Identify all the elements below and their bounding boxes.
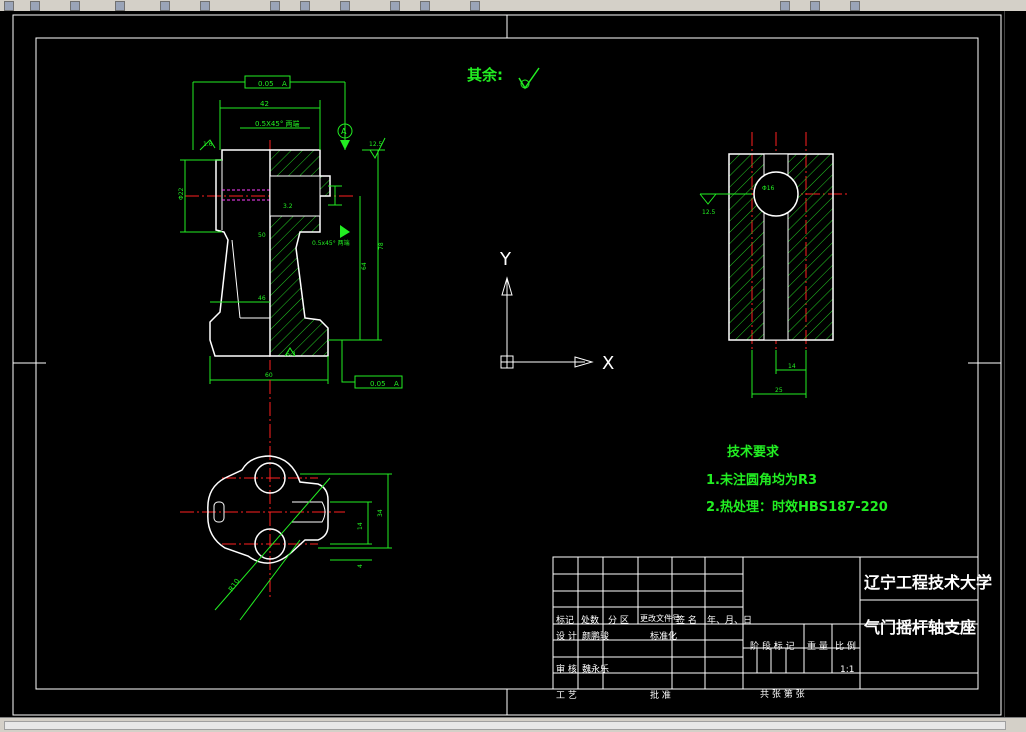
front-roughness-mid: 3.2	[283, 203, 293, 210]
plan-dim-34: 34	[377, 509, 384, 517]
plan-radius-note: R10	[227, 577, 241, 593]
toolbar-button[interactable]	[70, 1, 80, 11]
front-chamfer-note2: 0.5x45° 两端	[312, 239, 350, 247]
rev-header: 处数	[581, 616, 600, 626]
vertical-scroll-area[interactable]	[1004, 11, 1026, 717]
front-roughness-top: 12.5	[369, 141, 383, 148]
front-dim-60: 60	[265, 372, 273, 379]
front-roughness-left: 1.6	[203, 141, 213, 148]
toolbar-button[interactable]	[270, 1, 280, 11]
tech-requirement-item: 2.热处理：时效HBS187-220	[706, 500, 888, 515]
front-view: 0.05 A 42 0.5X45° 两端 A 12.5 1.6 Φ22 3.2 …	[178, 75, 403, 389]
weight-label: 重 量	[807, 642, 828, 652]
approve-label: 批 准	[650, 691, 671, 701]
horizontal-scrollbar[interactable]	[0, 717, 1026, 732]
toolbar-button[interactable]	[470, 1, 480, 11]
side-view: Φ16 12.5 14 25	[699, 132, 850, 398]
plan-view: 34 14 4 R10	[180, 380, 392, 621]
review-label: 审 核	[556, 665, 577, 675]
process-label: 工 艺	[556, 691, 577, 701]
front-dia-left: Φ22	[178, 187, 185, 200]
school-name: 辽宁工程技术大学	[864, 573, 993, 592]
front-dim-64: 64	[361, 262, 368, 270]
scale-value: 1:1	[840, 665, 855, 675]
plan-dim-14: 14	[357, 522, 364, 530]
toolbar-button[interactable]	[200, 1, 210, 11]
standard-label: 标准化	[650, 632, 678, 642]
front-width-dim: 42	[260, 100, 269, 108]
ucs-y-label: Y	[500, 249, 511, 270]
surface-finish-symbol	[515, 64, 543, 96]
front-dim-50-inner: 50	[258, 232, 266, 239]
part-name: 气门摇杆轴支座	[864, 618, 977, 637]
toolbar-button[interactable]	[390, 1, 400, 11]
stage-label: 阶 段 标 记	[750, 642, 795, 652]
tolerance-top-value: 0.05	[258, 80, 274, 88]
designer-name: 颜鹏骏	[582, 632, 610, 642]
rev-header: 分 区	[608, 616, 629, 626]
design-label: 设 计	[556, 632, 577, 642]
side-dim-25: 25	[775, 387, 783, 394]
tech-requirements-title: 技术要求	[727, 445, 780, 460]
toolbar-button[interactable]	[420, 1, 430, 11]
toolbar-button[interactable]	[300, 1, 310, 11]
toolbar-button[interactable]	[30, 1, 40, 11]
drawing-canvas[interactable]: 0.05 A 42 0.5X45° 两端 A 12.5 1.6 Φ22 3.2 …	[0, 11, 1004, 717]
ucs-icon	[500, 276, 594, 369]
tolerance-bottom-datum: A	[394, 380, 399, 388]
toolbar-button[interactable]	[810, 1, 820, 11]
reviewer-name: 魏永乐	[582, 665, 610, 675]
front-datum-label: A	[341, 127, 347, 136]
toolbar-button[interactable]	[160, 1, 170, 11]
side-dia-label: Φ16	[762, 185, 775, 192]
scale-label: 比 例	[835, 642, 856, 652]
toolbar-button[interactable]	[4, 1, 14, 11]
sheets-label: 共 张 第 张	[760, 690, 805, 700]
front-dim-78: 78	[378, 242, 385, 250]
rev-header: 签 名	[676, 616, 697, 626]
tolerance-bottom-value: 0.05	[370, 380, 386, 388]
front-chamfer-note: 0.5X45° 两端	[255, 119, 300, 128]
tolerance-top-datum: A	[282, 80, 287, 88]
scrollbar-thumb[interactable]	[4, 721, 1006, 730]
rev-header: 更改文件号	[640, 614, 680, 623]
tech-requirement-item: 1.未注圆角均为R3	[706, 473, 818, 488]
toolbar-button[interactable]	[850, 1, 860, 11]
toolbar-button[interactable]	[340, 1, 350, 11]
drawing-svg: 0.05 A 42 0.5X45° 两端 A 12.5 1.6 Φ22 3.2 …	[12, 14, 1002, 716]
side-roughness: 12.5	[702, 209, 716, 216]
side-dim-14: 14	[788, 363, 796, 370]
surface-finish-note: 其余:	[467, 66, 503, 84]
rev-header: 年、月、日	[707, 616, 753, 626]
toolbar-button[interactable]	[780, 1, 790, 11]
rev-header: 标记	[556, 616, 575, 626]
front-roughness-bottom: 6.3	[286, 351, 296, 358]
toolbar-button[interactable]	[115, 1, 125, 11]
front-dim-46: 46	[258, 295, 266, 302]
plan-dim-4: 4	[357, 564, 364, 568]
ucs-x-label: X	[602, 353, 615, 374]
